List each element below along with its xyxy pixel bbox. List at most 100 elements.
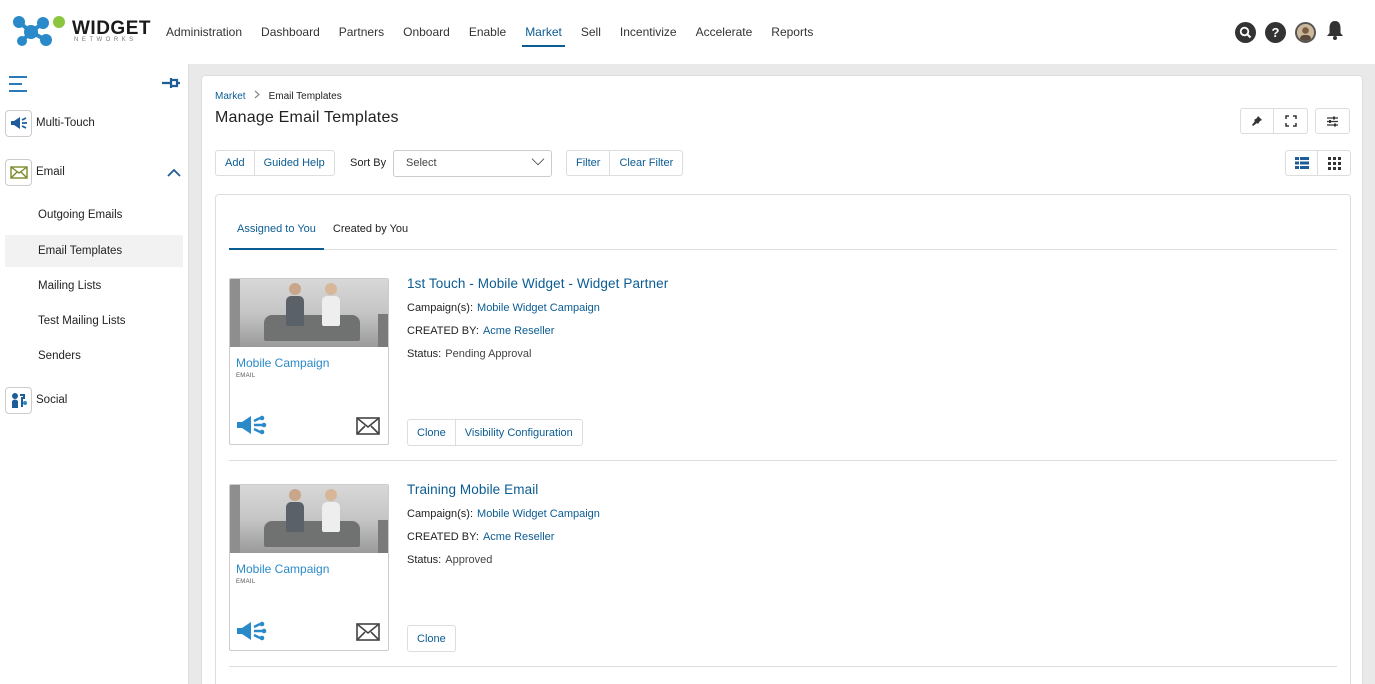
tab-created-by-you[interactable]: Created by You <box>325 195 416 250</box>
envelope-icon <box>5 158 32 186</box>
status-value: Approved <box>445 554 493 566</box>
nav-sell[interactable]: Sell <box>581 20 601 44</box>
tab-assigned-to-you[interactable]: Assigned to You <box>229 195 324 250</box>
template-title-link[interactable]: Training Mobile Email <box>407 482 538 497</box>
list-view-icon[interactable] <box>1286 151 1318 175</box>
social-icon <box>5 386 32 414</box>
nav-dashboard[interactable]: Dashboard <box>261 20 320 44</box>
add-button[interactable]: Add <box>216 151 255 175</box>
sidebar-item-label: Email <box>36 166 65 178</box>
breadcrumb-current: Email Templates <box>268 90 342 102</box>
clone-button[interactable]: Clone <box>408 626 455 651</box>
megaphone-icon <box>235 621 267 646</box>
sidebar-item-label: Social <box>36 394 68 406</box>
chevron-up-icon[interactable] <box>167 164 181 180</box>
avatar[interactable] <box>1295 22 1316 43</box>
sidebar-item-social[interactable]: Social <box>5 386 185 414</box>
filter-buttons: Filter Clear Filter <box>566 150 684 176</box>
template-created-by: CREATED BY: Acme Reseller <box>407 325 554 337</box>
status-label: Status: <box>407 348 442 360</box>
sidebar-item-label: Multi-Touch <box>36 117 95 129</box>
logo-mark-icon <box>13 16 65 46</box>
template-campaigns: Campaign(s): Mobile Widget Campaign <box>407 302 600 314</box>
template-created-by: CREATED BY: Acme Reseller <box>407 531 554 543</box>
pin-icon[interactable] <box>1241 109 1274 133</box>
thumbnail-subcaption: EMAIL <box>236 579 256 585</box>
status-label: Status: <box>407 554 442 566</box>
view-tools <box>1240 108 1308 134</box>
thumbnail-caption: Mobile Campaign <box>236 562 330 576</box>
template-campaigns: Campaign(s): Mobile Widget Campaign <box>407 508 600 520</box>
main-panel: Market Email Templates Manage Email Temp… <box>201 75 1363 684</box>
template-card: Mobile Campaign EMAIL 1st Touch - Mobile… <box>229 255 1337 461</box>
top-icons: ? <box>1235 19 1345 46</box>
template-actions: Clone <box>407 625 456 652</box>
created-by-link[interactable]: Acme Reseller <box>483 531 555 543</box>
settings-tools <box>1315 108 1350 134</box>
created-by-link[interactable]: Acme Reseller <box>483 325 555 337</box>
template-thumbnail[interactable]: Mobile Campaign EMAIL <box>229 278 389 445</box>
clear-filter-button[interactable]: Clear Filter <box>610 151 682 175</box>
page-title: Manage Email Templates <box>215 109 399 126</box>
bell-icon[interactable] <box>1325 19 1345 46</box>
nav-onboard[interactable]: Onboard <box>403 20 450 44</box>
thumbnail-photo <box>230 279 388 347</box>
campaigns-label: Campaign(s): <box>407 508 474 520</box>
nav-accelerate[interactable]: Accelerate <box>696 20 753 44</box>
breadcrumb-chevron-icon <box>254 90 261 102</box>
pin-sidebar-icon[interactable] <box>161 76 181 95</box>
status-value: Pending Approval <box>445 348 532 360</box>
template-actions: Clone Visibility Configuration <box>407 419 583 446</box>
template-thumbnail[interactable]: Mobile Campaign EMAIL <box>229 484 389 651</box>
megaphone-icon <box>5 109 32 137</box>
sidebar-item-multi-touch[interactable]: Multi-Touch <box>5 109 185 137</box>
templates-panel: Assigned to You Created by You Mobile Ca… <box>215 194 1351 684</box>
sidebar-item-email[interactable]: Email <box>5 158 185 186</box>
grid-view-icon[interactable] <box>1318 151 1350 175</box>
nav-market[interactable]: Market <box>522 20 565 47</box>
filter-button[interactable]: Filter <box>567 151 611 175</box>
megaphone-icon <box>235 415 267 440</box>
sliders-icon[interactable] <box>1316 109 1349 133</box>
sidebar: Multi-Touch Email Outgoing Emails Email … <box>0 64 189 684</box>
widget-logo[interactable]: WIDGET NETWORKS <box>12 14 151 50</box>
envelope-icon <box>356 417 380 440</box>
main-nav: Administration Dashboard Partners Onboar… <box>166 0 832 64</box>
sidebar-item-senders[interactable]: Senders <box>5 340 183 372</box>
menu-toggle-icon[interactable] <box>9 76 27 92</box>
created-by-label: CREATED BY: <box>407 325 479 337</box>
nav-partners[interactable]: Partners <box>339 20 384 44</box>
campaign-link[interactable]: Mobile Widget Campaign <box>477 508 600 520</box>
created-by-label: CREATED BY: <box>407 531 479 543</box>
guided-help-button[interactable]: Guided Help <box>255 151 334 175</box>
template-title-link[interactable]: 1st Touch - Mobile Widget - Widget Partn… <box>407 276 668 291</box>
template-card: Mobile Campaign EMAIL Training Mobile Em… <box>229 461 1337 667</box>
tabs: Assigned to You Created by You <box>229 195 1337 250</box>
nav-administration[interactable]: Administration <box>166 20 242 44</box>
template-status: Status: Approved <box>407 554 492 566</box>
sidebar-item-mailing-lists[interactable]: Mailing Lists <box>5 270 183 302</box>
sidebar-item-test-mailing-lists[interactable]: Test Mailing Lists <box>5 305 183 337</box>
thumbnail-photo <box>230 485 388 553</box>
thumbnail-subcaption: EMAIL <box>236 373 256 379</box>
template-status: Status: Pending Approval <box>407 348 531 360</box>
campaigns-label: Campaign(s): <box>407 302 474 314</box>
sort-by-select[interactable]: Select <box>393 150 552 177</box>
chevron-down-icon <box>531 152 545 166</box>
sort-by-value: Select <box>406 157 437 169</box>
help-icon[interactable]: ? <box>1265 22 1286 43</box>
nav-incentivize[interactable]: Incentivize <box>620 20 677 44</box>
visibility-configuration-button[interactable]: Visibility Configuration <box>456 420 582 445</box>
nav-reports[interactable]: Reports <box>771 20 813 44</box>
nav-enable[interactable]: Enable <box>469 20 506 44</box>
envelope-icon <box>356 623 380 646</box>
campaign-link[interactable]: Mobile Widget Campaign <box>477 302 600 314</box>
fullscreen-icon[interactable] <box>1274 109 1307 133</box>
clone-button[interactable]: Clone <box>408 420 456 445</box>
search-icon[interactable] <box>1235 22 1256 43</box>
thumbnail-caption: Mobile Campaign <box>236 356 330 370</box>
breadcrumb-market[interactable]: Market <box>215 91 246 102</box>
sidebar-item-outgoing-emails[interactable]: Outgoing Emails <box>5 199 183 231</box>
brand-tagline: NETWORKS <box>74 37 137 43</box>
sidebar-item-email-templates[interactable]: Email Templates <box>5 235 183 267</box>
